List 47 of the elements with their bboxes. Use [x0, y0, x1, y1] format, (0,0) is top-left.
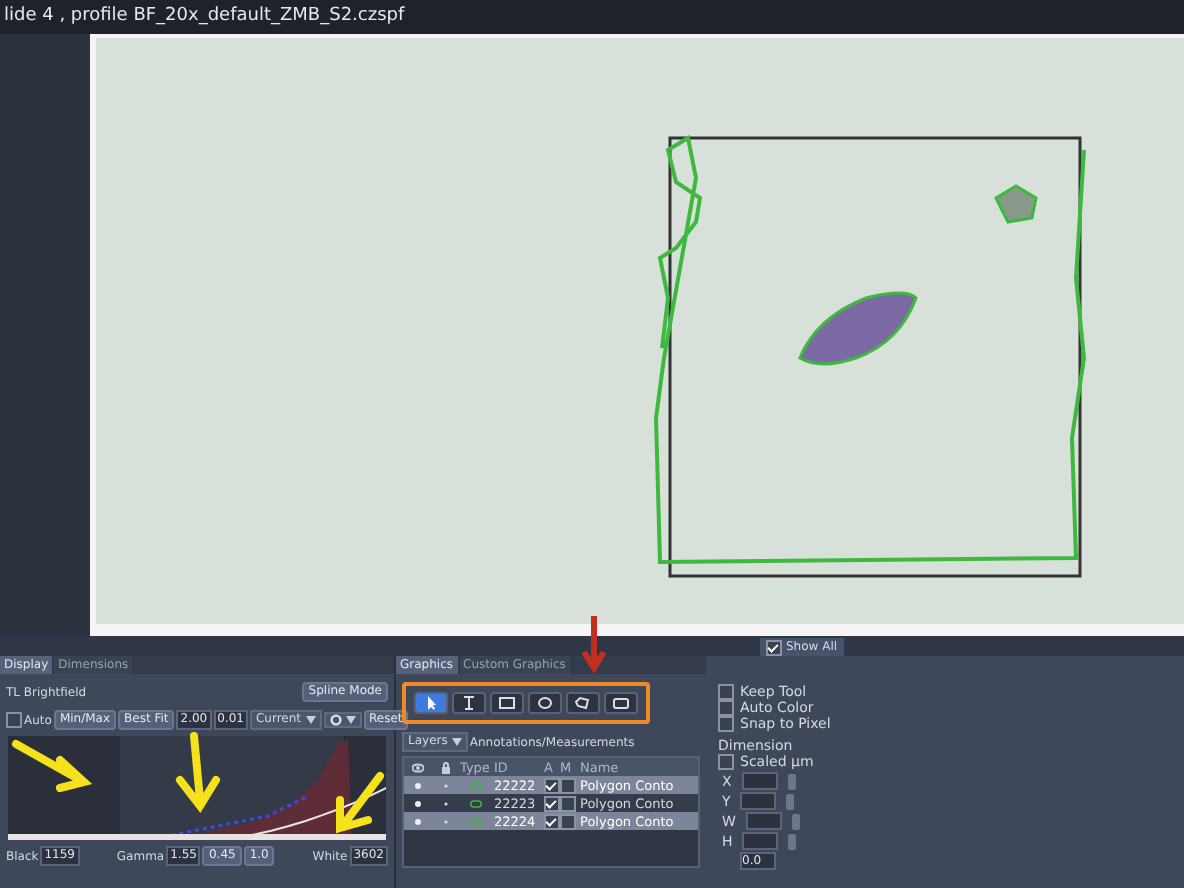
checkbox[interactable] — [6, 712, 22, 728]
dot-icon — [439, 815, 451, 827]
tool-button[interactable] — [566, 692, 600, 714]
caret-icon — [451, 738, 462, 746]
tissue-region — [798, 291, 918, 366]
checkbox[interactable] — [766, 639, 782, 655]
dot-icon — [439, 779, 451, 791]
tool-button[interactable] — [490, 692, 524, 714]
pointer-arrow — [581, 616, 607, 674]
tool-button[interactable] — [604, 692, 638, 714]
rectangle-icon — [498, 696, 516, 710]
dot-icon — [439, 797, 451, 809]
window-title: lide 4 , profile BF_20x_default_ZMB_S2.czspf — [0, 0, 1184, 34]
rounded-rectangle-icon — [612, 696, 630, 710]
number-field[interactable] — [741, 772, 778, 790]
checkbox[interactable] — [544, 813, 560, 829]
checkbox[interactable] — [718, 684, 734, 700]
pointer-arrow — [12, 740, 93, 792]
eye-icon — [411, 761, 423, 773]
tool-button[interactable] — [452, 692, 486, 714]
caret-icon — [345, 716, 356, 724]
checkbox[interactable] — [718, 700, 734, 716]
cursor-icon — [422, 696, 440, 710]
number-field[interactable] — [742, 832, 779, 850]
dot-icon — [411, 815, 423, 827]
pointer-arrow — [336, 772, 384, 834]
tool-button[interactable] — [414, 692, 448, 714]
ellipse-icon — [536, 696, 554, 710]
number-field[interactable] — [745, 812, 782, 830]
polygon-icon — [574, 696, 592, 710]
lock-icon — [439, 761, 451, 773]
tool-button[interactable] — [528, 692, 562, 714]
pointer-arrow — [176, 732, 220, 814]
caret-icon — [305, 716, 316, 724]
checkbox[interactable] — [560, 795, 576, 811]
checkbox[interactable] — [544, 795, 560, 811]
checkbox[interactable] — [718, 754, 734, 770]
dot-icon — [411, 797, 423, 809]
number-field[interactable] — [740, 792, 777, 810]
checkbox[interactable] — [560, 777, 576, 793]
text-tool-icon — [460, 696, 478, 710]
gear-icon — [329, 714, 342, 726]
checkbox[interactable] — [544, 777, 560, 793]
dot-icon — [411, 779, 423, 791]
checkbox[interactable] — [718, 716, 734, 732]
settings-dropdown[interactable] — [323, 712, 362, 728]
checkbox[interactable] — [560, 813, 576, 829]
